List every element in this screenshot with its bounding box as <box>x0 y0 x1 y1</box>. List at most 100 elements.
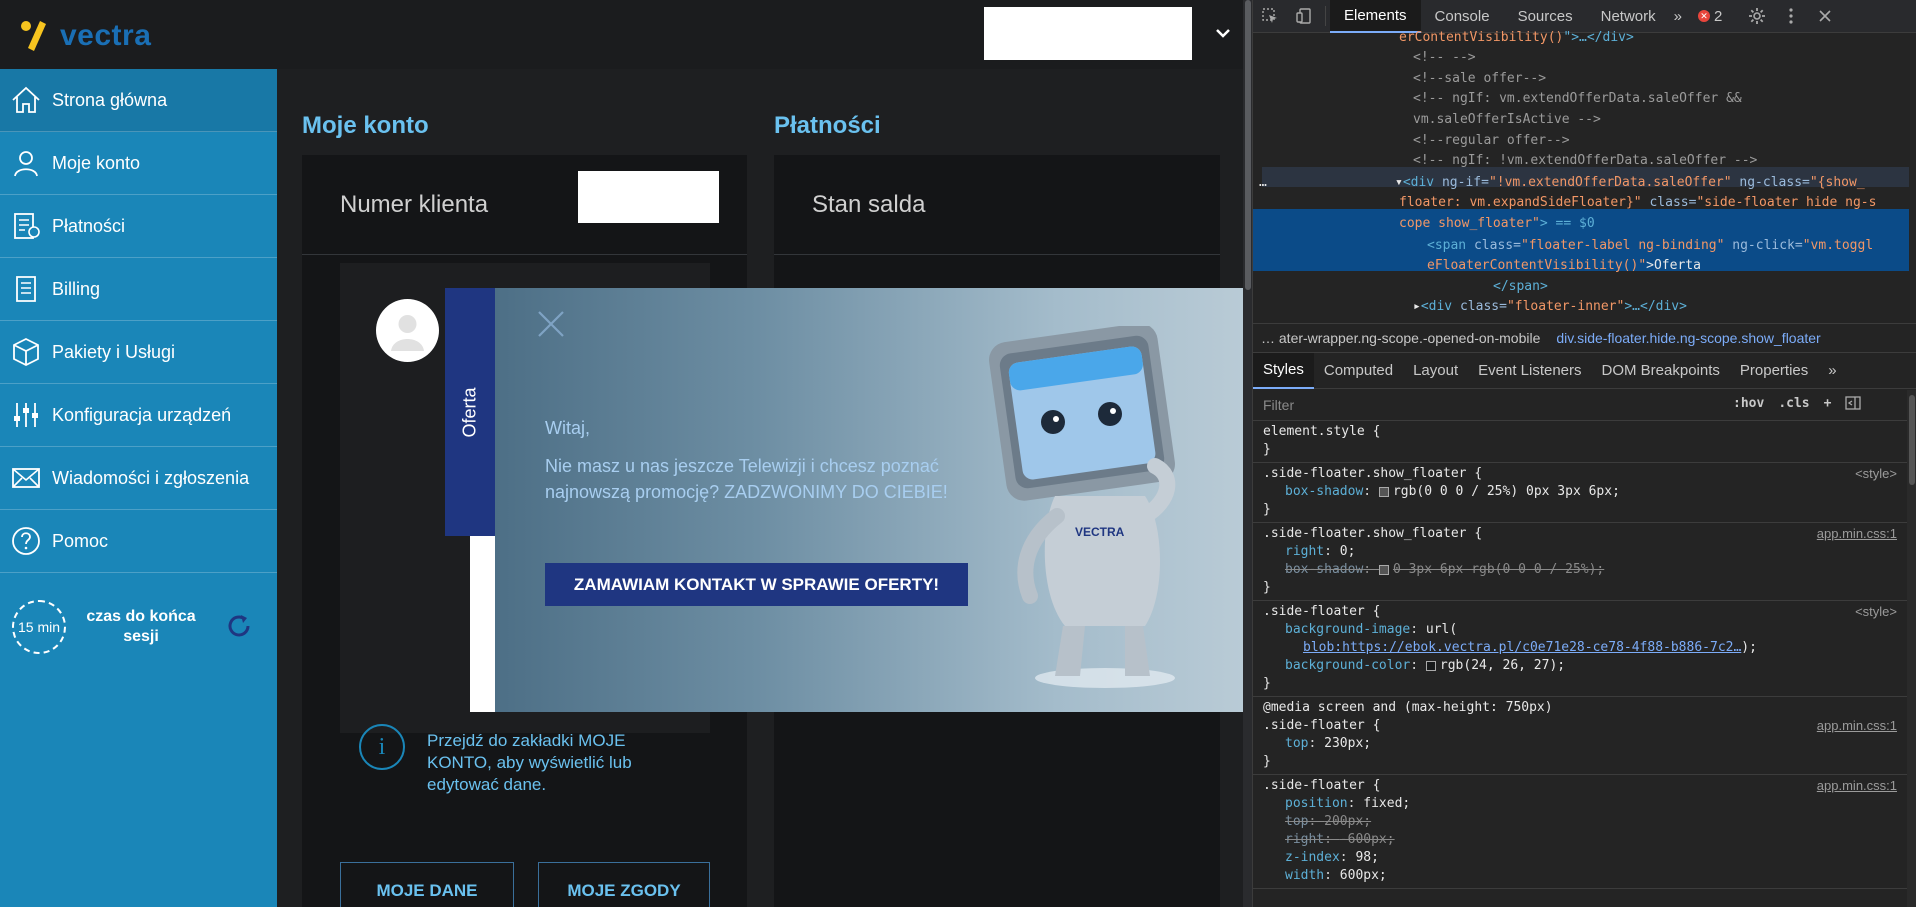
tab-dom-breakpoints[interactable]: DOM Breakpoints <box>1592 353 1730 389</box>
request-contact-button[interactable]: ZAMAWIAM KONTAKT W SPRAWIE OFERTY! <box>545 563 968 606</box>
css-declaration-overridden[interactable]: right: -600px; <box>1263 831 1897 849</box>
close-icon[interactable] <box>537 310 565 338</box>
rule-selector: element.style { <box>1263 424 1381 439</box>
device-toolbar-icon[interactable] <box>1287 0 1321 33</box>
breadcrumb-item-active[interactable]: div.side-floater.hide.ng-scope.show_floa… <box>1548 330 1828 346</box>
dom-line[interactable]: <span class="floater-label ng-binding" n… <box>1427 236 1873 256</box>
css-rule[interactable]: .side-floater { app.min.css:1 position: … <box>1253 775 1907 889</box>
page-scrollbar-thumb[interactable] <box>1245 0 1251 290</box>
dom-line-selected[interactable]: floater: vm.expandSideFloater}" class="s… <box>1399 193 1876 213</box>
rule-close: } <box>1263 580 1271 595</box>
sidebar-item-device-config[interactable]: Konfiguracja urządzeń <box>0 384 277 447</box>
balance-row: Stan salda <box>774 155 1220 255</box>
tab-styles[interactable]: Styles <box>1253 352 1314 389</box>
rule-source[interactable]: <style> <box>1855 603 1897 621</box>
sidebar-item-account[interactable]: Moje konto <box>0 132 277 195</box>
error-count: 2 <box>1713 7 1723 25</box>
css-rule[interactable]: .side-floater.show_floater { <style> box… <box>1253 463 1907 523</box>
breadcrumb: … ater-wrapper.ng-scope.-opened-on-mobil… <box>1253 323 1916 353</box>
user-name-box[interactable] <box>984 7 1192 60</box>
offer-tab-label: Oferta <box>459 386 480 438</box>
new-rule-button[interactable]: + <box>1824 396 1832 414</box>
rule-close: } <box>1263 502 1271 517</box>
styles-filter-input[interactable]: Filter <box>1263 397 1733 413</box>
dom-line[interactable]: <!-- ngIf: vm.extendOfferData.saleOffer … <box>1413 89 1742 109</box>
payments-title: Płatności <box>774 112 881 139</box>
css-declaration[interactable]: right: 0; <box>1263 543 1897 561</box>
sidebar-item-billing[interactable]: Billing <box>0 258 277 321</box>
dom-line-selected[interactable]: cope show_floater"> == $0 <box>1399 214 1595 234</box>
account-title: Moje konto <box>302 112 429 139</box>
more-tabs-button[interactable]: » <box>1670 0 1686 33</box>
rule-source[interactable]: app.min.css:1 <box>1817 777 1897 795</box>
rule-source[interactable]: <style> <box>1855 465 1897 483</box>
sidebar-item-messages[interactable]: Wiadomości i zgłoszenia <box>0 447 277 510</box>
close-devtools-icon[interactable] <box>1808 0 1842 33</box>
vectra-logo[interactable]: vectra <box>18 18 151 54</box>
tab-event-listeners[interactable]: Event Listeners <box>1468 353 1591 389</box>
css-declaration[interactable]: background-image: url( <box>1263 621 1897 639</box>
tab-layout[interactable]: Layout <box>1403 353 1468 389</box>
dom-line[interactable]: <!--regular offer--> <box>1413 131 1570 151</box>
dom-line-selected[interactable]: ▾<div ng-if="!vm.extendOfferData.saleOff… <box>1395 173 1865 193</box>
gear-icon[interactable] <box>1740 0 1774 33</box>
css-declaration[interactable]: position: fixed; <box>1263 795 1897 813</box>
offer-message: Nie masz u nas jeszcze Telewizji i chces… <box>545 456 948 502</box>
inspect-element-icon[interactable] <box>1253 0 1287 33</box>
css-rule[interactable]: .side-floater.show_floater { app.min.css… <box>1253 523 1907 601</box>
kebab-menu-icon[interactable] <box>1774 0 1808 33</box>
info-icon: i <box>359 724 405 770</box>
client-number-label: Numer klienta <box>340 190 489 218</box>
rule-source[interactable]: app.min.css:1 <box>1817 717 1897 735</box>
dom-line[interactable]: <!--sale offer--> <box>1413 69 1546 89</box>
chevron-down-icon[interactable] <box>1214 24 1232 42</box>
sidebar-item-payments[interactable]: Płatności <box>0 195 277 258</box>
css-declaration[interactable]: top: 230px; <box>1263 735 1897 753</box>
css-rule[interactable]: .side-floater { <style> background-image… <box>1253 601 1907 697</box>
error-counter[interactable]: ✕ 2 <box>1697 7 1723 25</box>
my-consents-button[interactable]: MOJE ZGODY <box>538 862 710 907</box>
hov-toggle[interactable]: :hov <box>1733 396 1764 414</box>
styles-scrollbar-thumb[interactable] <box>1909 395 1915 485</box>
breadcrumb-item[interactable]: … ater-wrapper.ng-scope.-opened-on-mobil… <box>1253 330 1548 346</box>
sidebar-item-packages[interactable]: Pakiety i Usługi <box>0 321 277 384</box>
offer-greeting: Witaj, <box>545 418 590 438</box>
dom-line[interactable]: erContentVisibility()">…</div> <box>1399 28 1634 48</box>
sidebar-item-help[interactable]: Pomoc <box>0 510 277 573</box>
offer-tab[interactable]: Oferta <box>445 288 495 536</box>
rule-selector: .side-floater { <box>1263 778 1381 793</box>
css-declaration[interactable]: width: 600px; <box>1263 867 1897 885</box>
help-icon <box>8 523 44 559</box>
info-text: Przejdź do zakładki MOJE KONTO, aby wyśw… <box>427 731 632 794</box>
dom-line-menu[interactable]: … <box>1259 173 1267 193</box>
css-rule[interactable]: @media screen and (max-height: 750px) .s… <box>1253 697 1907 775</box>
payments-icon <box>8 208 44 244</box>
css-url[interactable]: blob:https://ebok.vectra.pl/c0e71e28-ce7… <box>1263 639 1897 657</box>
billing-icon <box>8 271 44 307</box>
sidebar-item-label: Moje konto <box>52 152 141 173</box>
more-subtabs-button[interactable]: » <box>1818 353 1846 389</box>
dom-line[interactable]: </span> <box>1493 277 1548 297</box>
sidebar-toggle-icon[interactable] <box>1845 395 1862 414</box>
dom-line[interactable]: ▸<div class="floater-inner">…</div> <box>1413 297 1687 317</box>
css-declaration-overridden[interactable]: top: 200px; <box>1263 813 1897 831</box>
my-data-button[interactable]: MOJE DANE <box>340 862 514 907</box>
css-declaration[interactable]: background-color: rgb(24, 26, 27); <box>1263 657 1897 675</box>
css-rule[interactable]: element.style { } <box>1253 421 1907 463</box>
tab-properties[interactable]: Properties <box>1730 353 1818 389</box>
rule-source[interactable]: app.min.css:1 <box>1817 525 1897 543</box>
css-declaration[interactable]: z-index: 98; <box>1263 849 1897 867</box>
tab-computed[interactable]: Computed <box>1314 353 1403 389</box>
sidebar-item-home[interactable]: Strona główna <box>0 69 277 132</box>
envelope-icon <box>8 460 44 496</box>
sidebar-item-label: Konfiguracja urządzeń <box>52 404 232 425</box>
rule-close: } <box>1263 676 1271 691</box>
cls-toggle[interactable]: .cls <box>1778 396 1809 414</box>
css-declaration[interactable]: box-shadow: rgb(0 0 0 / 25%) 0px 3px 6px… <box>1263 483 1897 501</box>
css-declaration-overridden[interactable]: box-shadow: 0 3px 6px rgb(0 0 0 / 25%); <box>1263 561 1897 579</box>
refresh-icon[interactable] <box>224 611 254 641</box>
dom-line[interactable]: <!-- --> <box>1413 48 1476 68</box>
dom-line[interactable]: vm.saleOfferIsActive --> <box>1413 110 1601 130</box>
dom-line[interactable]: eFloaterContentVisibility()">Oferta <box>1427 256 1701 276</box>
dom-line[interactable]: <!-- ngIf: !vm.extendOfferData.saleOffer… <box>1413 151 1757 171</box>
